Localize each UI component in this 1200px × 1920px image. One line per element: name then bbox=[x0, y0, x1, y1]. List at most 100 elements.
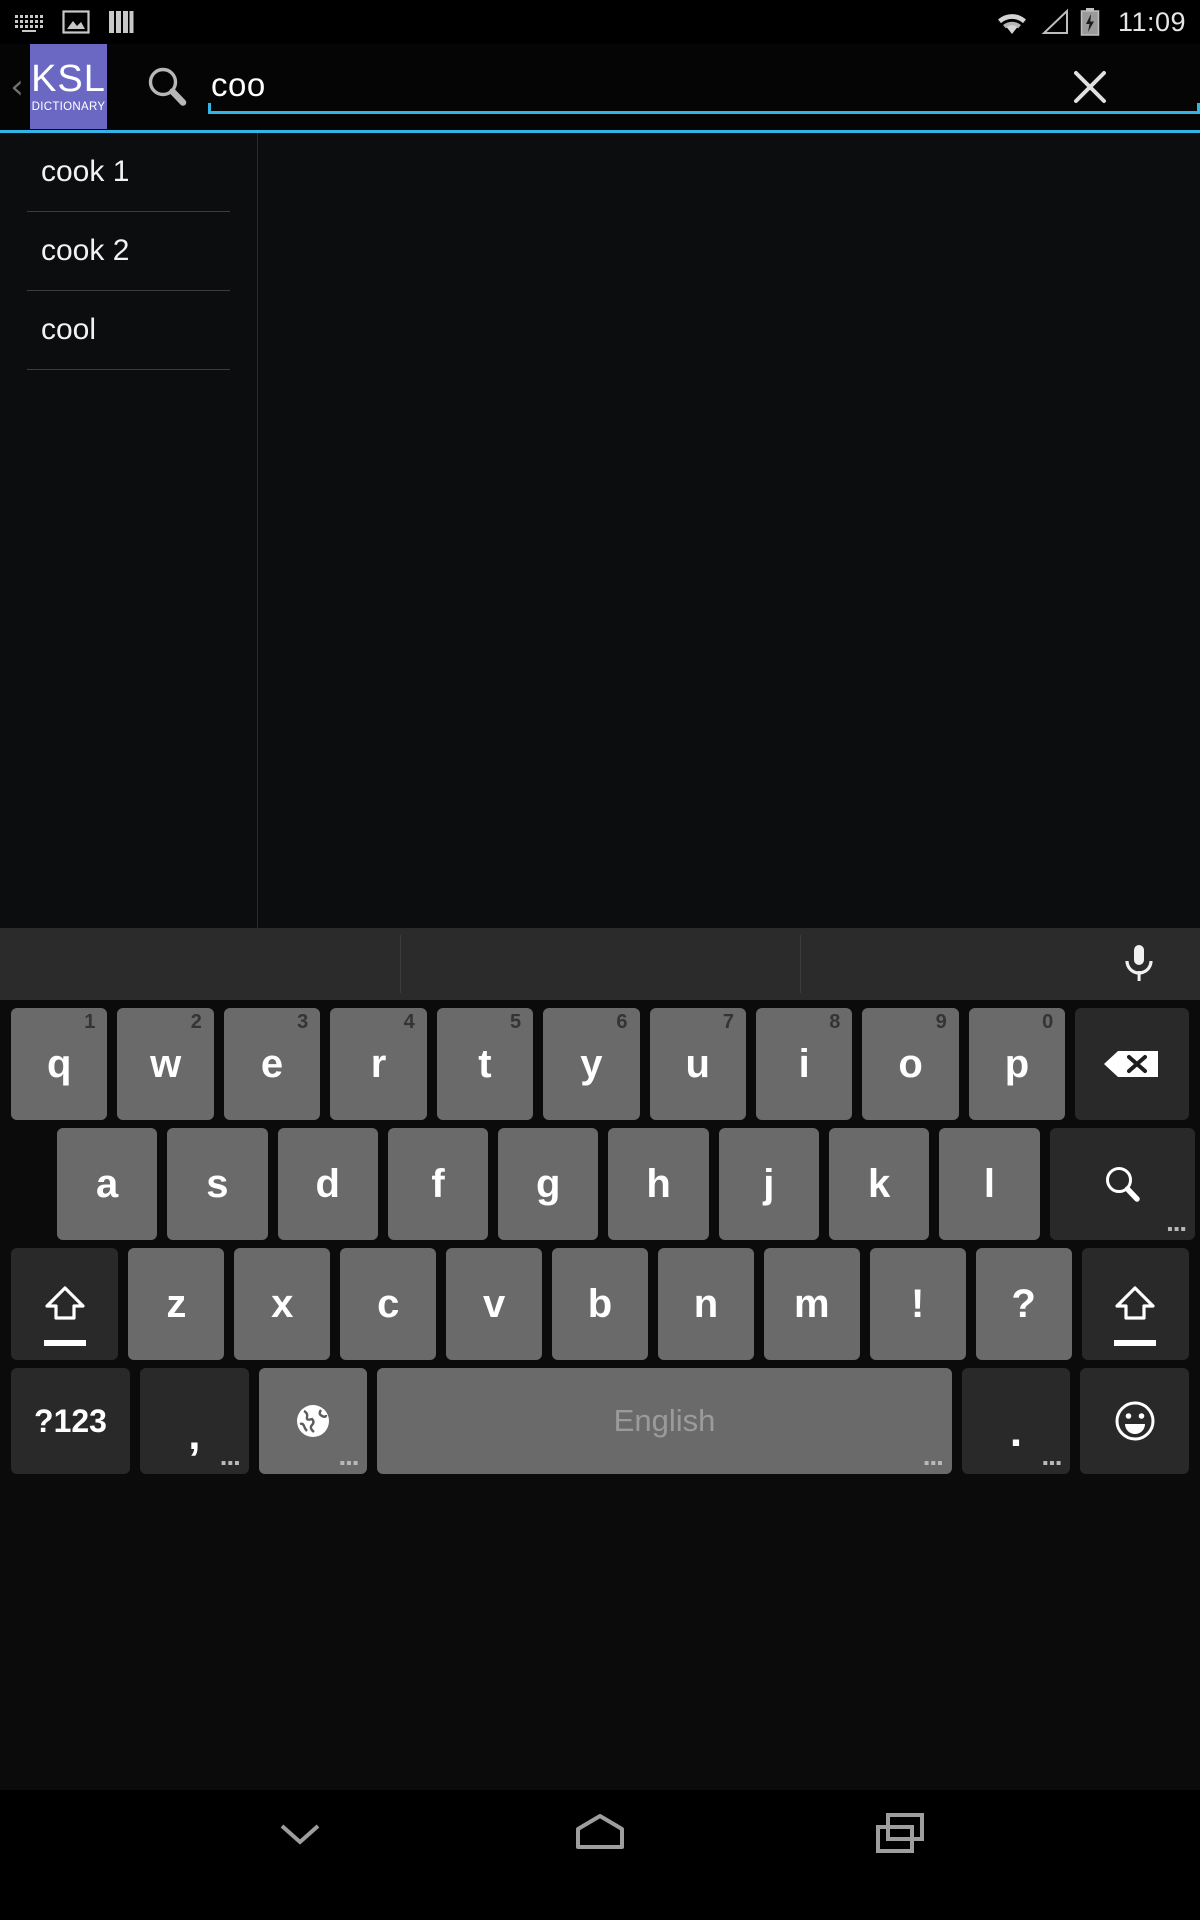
keyboard-suggestion-strip bbox=[0, 928, 1200, 1000]
key-w[interactable]: 2 w bbox=[117, 1008, 214, 1120]
key-label: p bbox=[1004, 1041, 1030, 1086]
key-s[interactable]: s bbox=[167, 1128, 268, 1240]
key-g[interactable]: g bbox=[498, 1128, 599, 1240]
key-x[interactable]: x bbox=[234, 1248, 331, 1360]
key-r[interactable]: 4 r bbox=[330, 1008, 427, 1120]
key-hint: 7 bbox=[722, 1011, 734, 1033]
shift-indicator-bar bbox=[43, 1340, 86, 1346]
status-bar: 11:09 bbox=[0, 0, 1200, 44]
key-label: d bbox=[315, 1161, 340, 1206]
suggestion-slot-1[interactable] bbox=[0, 935, 400, 993]
key-u[interactable]: 7 u bbox=[649, 1008, 746, 1120]
comma-key[interactable]: , ▪▪▪ bbox=[140, 1368, 249, 1474]
up-navigation-caret[interactable]: ‹ bbox=[4, 70, 30, 104]
key-more-dots: ▪▪▪ bbox=[339, 1455, 360, 1472]
hide-keyboard-button[interactable] bbox=[240, 1798, 360, 1868]
status-bar-clock: 11:09 bbox=[1117, 6, 1186, 37]
key-c[interactable]: c bbox=[340, 1248, 437, 1360]
symbols-key[interactable]: ?123 bbox=[11, 1368, 131, 1474]
key-hint: 5 bbox=[509, 1011, 522, 1033]
shift-indicator-bar bbox=[1114, 1340, 1157, 1346]
key-label: q bbox=[46, 1041, 72, 1086]
shift-key-left[interactable] bbox=[11, 1248, 119, 1360]
key-m[interactable]: m bbox=[763, 1248, 860, 1360]
key-j[interactable]: j bbox=[718, 1128, 819, 1240]
key-label: h bbox=[646, 1161, 671, 1206]
key-a[interactable]: a bbox=[57, 1128, 158, 1240]
key-exclamation[interactable]: ! bbox=[869, 1248, 966, 1360]
search-input[interactable]: coo bbox=[211, 66, 266, 108]
emoji-key[interactable] bbox=[1080, 1368, 1189, 1474]
search-key[interactable]: ▪▪▪ bbox=[1049, 1128, 1195, 1240]
voice-input-button[interactable] bbox=[1116, 941, 1162, 987]
key-label: ! bbox=[911, 1281, 925, 1326]
key-z[interactable]: z bbox=[128, 1248, 225, 1360]
search-bar[interactable]: coo bbox=[107, 43, 1200, 132]
action-bar: ‹ KSL DICTIONARY coo bbox=[0, 44, 1200, 133]
key-t[interactable]: 5 t bbox=[436, 1008, 534, 1120]
backspace-key[interactable] bbox=[1075, 1008, 1189, 1120]
language-switch-key[interactable]: ▪▪▪ bbox=[258, 1368, 368, 1474]
key-label: a bbox=[96, 1161, 119, 1206]
key-label: j bbox=[763, 1161, 775, 1206]
key-hint: 8 bbox=[829, 1011, 841, 1033]
suggestion-list[interactable]: cook 1 cook 2 cool bbox=[0, 133, 258, 928]
key-e[interactable]: 3 e bbox=[223, 1008, 321, 1120]
key-label: c bbox=[377, 1281, 400, 1326]
key-label: f bbox=[431, 1161, 445, 1206]
key-hint: 4 bbox=[403, 1011, 415, 1033]
key-label: y bbox=[580, 1041, 603, 1086]
shift-icon bbox=[45, 1286, 85, 1320]
key-label: i bbox=[798, 1041, 810, 1086]
key-i[interactable]: 8 i bbox=[755, 1008, 853, 1120]
list-item-label: cook 1 bbox=[41, 155, 130, 188]
search-input-field[interactable]: coo bbox=[208, 43, 1200, 132]
space-key-label: English bbox=[613, 1403, 716, 1438]
key-v[interactable]: v bbox=[446, 1248, 543, 1360]
key-label: b bbox=[587, 1281, 613, 1326]
key-y[interactable]: 6 y bbox=[543, 1008, 640, 1120]
close-icon bbox=[1074, 71, 1106, 103]
backspace-icon bbox=[1104, 1051, 1159, 1077]
shift-icon bbox=[1115, 1286, 1155, 1320]
key-n[interactable]: n bbox=[657, 1248, 754, 1360]
home-button[interactable] bbox=[540, 1798, 660, 1868]
key-more-dots: ▪▪▪ bbox=[220, 1455, 241, 1472]
app-logo[interactable]: KSL DICTIONARY bbox=[30, 44, 107, 129]
space-key[interactable]: English ▪▪▪ bbox=[377, 1368, 952, 1474]
key-label: , bbox=[188, 1410, 201, 1459]
key-o[interactable]: 9 o bbox=[862, 1008, 959, 1120]
key-label: z bbox=[166, 1281, 187, 1326]
key-label: k bbox=[867, 1161, 891, 1206]
key-more-dots: ▪▪▪ bbox=[1166, 1221, 1187, 1238]
key-k[interactable]: k bbox=[828, 1128, 930, 1240]
key-more-dots: ▪▪▪ bbox=[1042, 1455, 1063, 1472]
list-item[interactable]: cool bbox=[27, 291, 230, 370]
keyboard-icon bbox=[15, 15, 43, 32]
key-hint: 1 bbox=[84, 1011, 96, 1033]
clear-search-button[interactable] bbox=[1064, 61, 1116, 113]
period-key[interactable]: . ▪▪▪ bbox=[961, 1368, 1071, 1474]
list-item[interactable]: cook 1 bbox=[27, 133, 230, 212]
key-p[interactable]: 0 p bbox=[968, 1008, 1066, 1120]
key-label: m bbox=[794, 1281, 830, 1326]
key-hint: 6 bbox=[616, 1011, 628, 1033]
key-d[interactable]: d bbox=[277, 1128, 378, 1240]
key-question[interactable]: ? bbox=[975, 1248, 1072, 1360]
key-h[interactable]: h bbox=[608, 1128, 709, 1240]
list-item[interactable]: cook 2 bbox=[27, 212, 230, 291]
recent-apps-button[interactable] bbox=[840, 1798, 960, 1868]
suggestion-slot-2[interactable] bbox=[400, 935, 800, 993]
shift-key-right[interactable] bbox=[1081, 1248, 1189, 1360]
key-b[interactable]: b bbox=[552, 1248, 648, 1360]
key-q[interactable]: 1 q bbox=[11, 1008, 108, 1120]
microphone-icon bbox=[1125, 945, 1153, 981]
key-label: g bbox=[536, 1161, 561, 1206]
key-label: . bbox=[1009, 1407, 1023, 1456]
search-icon bbox=[148, 67, 187, 106]
key-l[interactable]: l bbox=[939, 1128, 1040, 1240]
recents-icon bbox=[876, 1813, 924, 1853]
key-label: e bbox=[260, 1041, 284, 1086]
key-f[interactable]: f bbox=[387, 1128, 489, 1240]
list-item-label: cook 2 bbox=[41, 234, 130, 267]
